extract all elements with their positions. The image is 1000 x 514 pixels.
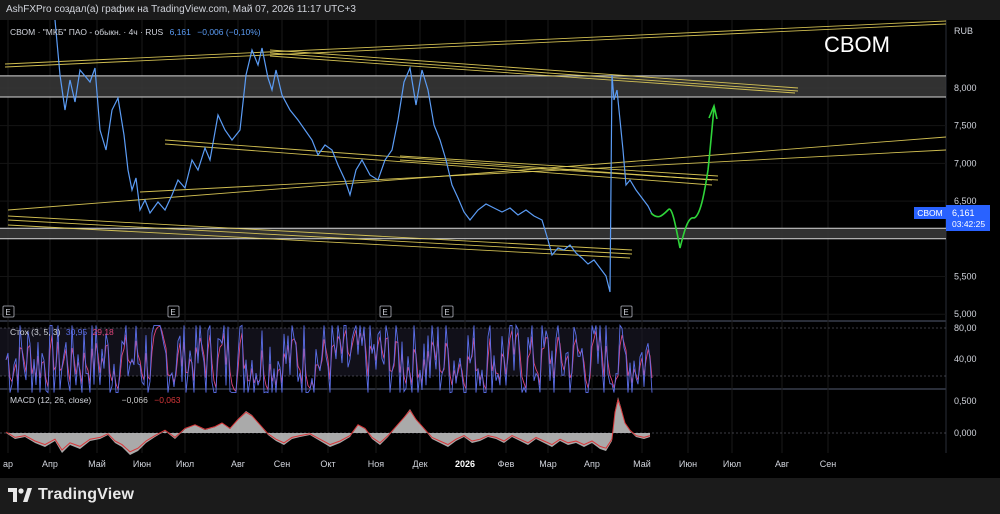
time-tick-label: Июл <box>176 459 194 469</box>
stoch-label: Стох (3, 5, 3) <box>10 327 61 337</box>
currency-label: RUB <box>954 26 973 36</box>
time-tick-label: Ноя <box>368 459 385 469</box>
earnings-marker-label: E <box>444 308 449 317</box>
time-tick-label: Июл <box>723 459 741 469</box>
chart-canvas[interactable]: CBOM 8,0007,5007,0006,5005,5005,000 RUB … <box>0 20 1000 478</box>
price-tick-label: 5,000 <box>954 309 977 319</box>
macd-value: −0,066 <box>122 395 149 405</box>
tradingview-logo[interactable]: TradingView <box>8 486 134 504</box>
price-tick-label: 8,000 <box>954 83 977 93</box>
attribution-bar: AshFXPro создал(а) график на TradingView… <box>0 0 1000 20</box>
legend-change: −0,006 (−0,10%) <box>197 27 260 37</box>
badge-price: 6,161 <box>952 208 975 218</box>
earnings-marker: E <box>441 305 454 318</box>
attribution-text: AshFXPro создал(а) график на TradingView… <box>6 4 356 15</box>
legend-last: 6,161 <box>170 27 192 37</box>
earnings-marker: E <box>620 305 633 318</box>
macd-label: MACD (12, 26, close) <box>10 395 91 405</box>
stoch-tick-label: 40,00 <box>954 354 977 364</box>
stoch-tick-label: 80,00 <box>954 323 977 333</box>
tradingview-snapshot: AshFXPro создал(а) график на TradingView… <box>0 0 1000 514</box>
time-tick-label: Май <box>633 459 651 469</box>
time-tick-label: Дек <box>412 459 427 469</box>
tradingview-logo-icon <box>8 488 32 502</box>
macd-signal-value: −0,063 <box>154 395 181 405</box>
time-tick-label: Сен <box>274 459 291 469</box>
earnings-marker: E <box>167 305 180 318</box>
badge-countdown: 03:42:25 <box>952 219 985 229</box>
time-tick-label: Июн <box>679 459 697 469</box>
footer-bar: TradingView <box>0 478 1000 514</box>
time-tick-label: ар <box>3 459 13 469</box>
symbol-legend[interactable]: СВОМ · "МКБ" ПАО - обыкн. · 4ч · RUS 6,1… <box>10 27 261 37</box>
earnings-marker: E <box>2 305 15 318</box>
price-zone <box>0 75 946 97</box>
price-tick-label: 6,500 <box>954 196 977 206</box>
time-tick-label: Апр <box>584 459 600 469</box>
legend-symbol: СВОМ · "МКБ" ПАО - обыкн. · 4ч · RUS <box>10 27 164 37</box>
tradingview-logo-text: TradingView <box>38 486 135 503</box>
price-tick-label: 7,000 <box>954 158 977 168</box>
price-zone <box>0 228 946 239</box>
earnings-marker: E <box>379 305 392 318</box>
badge-ticker: CBOM <box>917 208 943 218</box>
time-tick-label: Мар <box>539 459 557 469</box>
time-tick-label: Фев <box>498 459 515 469</box>
time-tick-label: Июн <box>133 459 151 469</box>
time-tick-label: Авг <box>775 459 790 469</box>
time-tick-label: Окт <box>320 459 335 469</box>
time-tick-label: 2026 <box>455 459 475 469</box>
price-tick-label: 7,500 <box>954 121 977 131</box>
stoch-d-value: 29,18 <box>93 327 115 337</box>
price-tick-label: 5,500 <box>954 272 977 282</box>
macd-tick-label: 0,000 <box>954 428 977 438</box>
macd-hist-segment <box>568 433 576 445</box>
earnings-marker-label: E <box>170 308 175 317</box>
earnings-marker-label: E <box>623 308 628 317</box>
time-tick-label: Сен <box>820 459 837 469</box>
macd-tick-label: 0,500 <box>954 396 977 406</box>
time-tick-label: Авг <box>231 459 246 469</box>
symbol-watermark: CBOM <box>824 32 890 57</box>
time-tick-label: Апр <box>42 459 58 469</box>
earnings-marker-label: E <box>382 308 387 317</box>
stoch-k-value: 30,95 <box>66 327 88 337</box>
earnings-marker-label: E <box>5 308 10 317</box>
stoch-legend[interactable]: Стох (3, 5, 3) 30,95 29,18 <box>10 327 114 337</box>
time-tick-label: Май <box>88 459 106 469</box>
